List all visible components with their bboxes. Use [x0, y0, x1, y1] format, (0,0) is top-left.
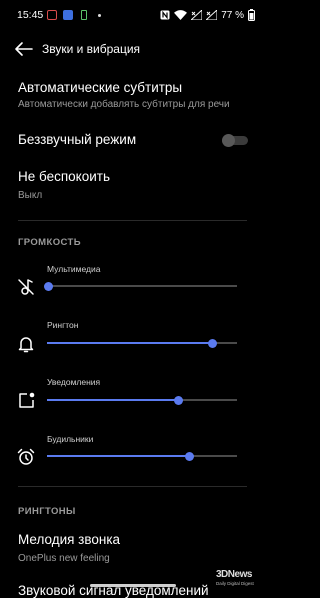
status-time: 15:45 [17, 9, 44, 21]
more-notifications-dot [98, 14, 101, 17]
media-volume-slider[interactable] [44, 281, 237, 291]
silent-mode-title: Беззвучный режим [18, 132, 137, 147]
status-bar: 15:45 77 % [0, 0, 265, 32]
ringtone-subtitle: OnePlus new feeling [18, 553, 110, 564]
alarms-volume-slider[interactable] [47, 451, 237, 461]
back-arrow-icon[interactable] [14, 40, 34, 58]
signal-icon [206, 10, 218, 20]
notifications-volume-slider[interactable] [47, 395, 237, 405]
slider-thumb[interactable] [173, 395, 183, 405]
slider-track [47, 285, 237, 287]
volume-section-header: ГРОМКОСТЬ [18, 237, 81, 248]
ringtone-volume-slider[interactable] [47, 338, 237, 348]
slider-thumb[interactable] [207, 338, 217, 348]
alarms-volume-label: Будильники [47, 434, 94, 444]
alarm-clock-icon[interactable] [16, 447, 36, 467]
app-bar: Звуки и вибрация [0, 32, 265, 66]
auto-captions-subtitle: Автоматически добавлять субтитры для реч… [18, 99, 230, 110]
divider [18, 486, 247, 487]
dnd-title: Не беспокоить [18, 169, 110, 184]
app-notification-icon [47, 10, 57, 20]
auto-captions-title: Автоматические субтитры [18, 80, 183, 95]
bell-icon[interactable] [16, 334, 36, 354]
app-notification-icon [63, 10, 73, 20]
notification-icon[interactable] [16, 390, 36, 410]
battery-app-icon [81, 10, 87, 20]
slider-thumb[interactable] [185, 451, 194, 461]
silent-mode-toggle[interactable] [222, 133, 248, 147]
battery-icon [248, 9, 255, 21]
slider-fill [47, 342, 213, 344]
notifications-volume-label: Уведомления [47, 377, 101, 387]
dnd-subtitle: Выкл [18, 190, 43, 201]
slider-fill [47, 455, 190, 457]
ringtone-title: Мелодия звонка [18, 532, 121, 547]
battery-percent: 77 % [221, 9, 244, 21]
slider-fill [47, 399, 179, 401]
watermark-tagline: Daily Digital Digest [216, 581, 254, 586]
divider [18, 220, 247, 221]
wifi-icon [174, 10, 188, 20]
nfc-icon [160, 10, 170, 20]
ringtone-volume-label: Рингтон [47, 320, 79, 330]
home-indicator[interactable] [90, 584, 176, 587]
slider-thumb[interactable] [44, 281, 54, 291]
music-off-icon[interactable] [16, 277, 36, 297]
page-title: Звуки и вибрация [42, 42, 141, 56]
signal-icon [191, 10, 203, 20]
media-volume-label: Мультимедиа [47, 264, 101, 274]
watermark: 3DNews Daily Digital Digest [216, 569, 262, 589]
ringtones-section-header: РИНГТОНЫ [18, 506, 76, 517]
watermark-logo: 3DNews [216, 569, 252, 580]
toggle-thumb [222, 134, 235, 147]
